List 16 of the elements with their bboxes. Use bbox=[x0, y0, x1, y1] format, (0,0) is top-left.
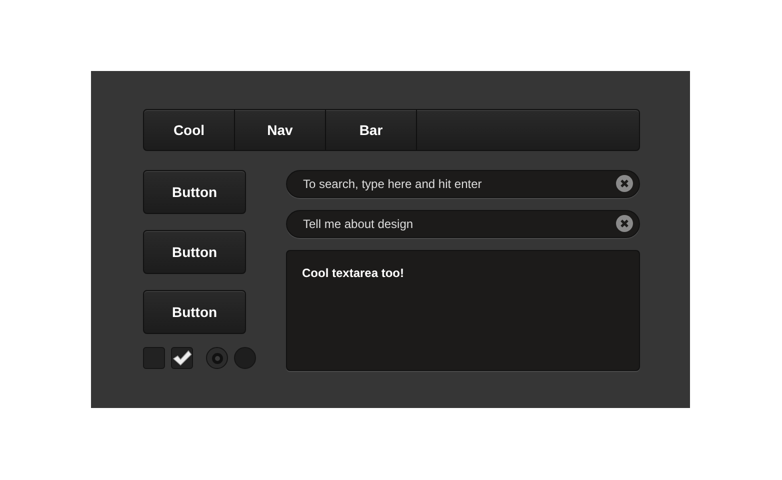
checkbox[interactable] bbox=[171, 347, 193, 369]
text-area[interactable]: Cool textarea too! bbox=[286, 250, 640, 371]
nav-item[interactable]: Nav bbox=[235, 110, 326, 150]
search-field[interactable]: To search, type here and hit enter bbox=[286, 170, 640, 198]
button[interactable]: Button bbox=[143, 290, 246, 334]
clear-icon[interactable] bbox=[616, 175, 633, 192]
clear-icon[interactable] bbox=[616, 215, 633, 232]
nav-item[interactable]: Bar bbox=[326, 110, 417, 150]
check-icon bbox=[172, 348, 192, 368]
radio-button[interactable] bbox=[206, 347, 228, 369]
checkbox[interactable] bbox=[143, 347, 165, 369]
radio-button[interactable] bbox=[234, 347, 256, 369]
search-field[interactable]: Tell me about design bbox=[286, 210, 640, 238]
nav-item[interactable]: Cool bbox=[144, 110, 235, 150]
button[interactable]: Button bbox=[143, 230, 246, 274]
button[interactable]: Button bbox=[143, 170, 246, 214]
